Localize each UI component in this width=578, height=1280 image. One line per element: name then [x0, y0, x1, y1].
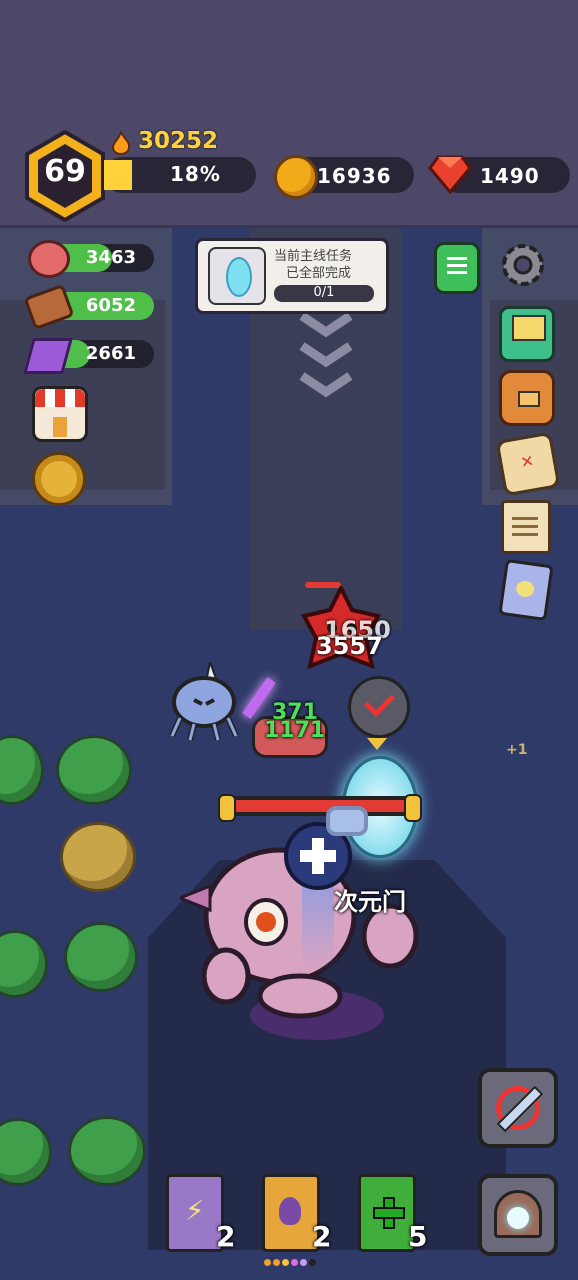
- meat-icon: [28, 240, 70, 278]
- quest-title-line2: 已全部完成: [286, 266, 352, 281]
- bush: [0, 1118, 52, 1186]
- fire-book-icon: [279, 1197, 301, 1225]
- backpack-button[interactable]: [499, 370, 555, 426]
- page-dot: [309, 1259, 316, 1266]
- map-button[interactable]: ✕: [495, 431, 561, 497]
- blue-spider-enemy: [169, 662, 239, 741]
- scroll-icon: [512, 517, 538, 537]
- heal-book-icon: [373, 1197, 405, 1229]
- page-indicator[interactable]: [264, 1259, 318, 1267]
- page-dot: [282, 1259, 289, 1266]
- wood-value: 6052: [85, 295, 136, 316]
- page-dot: [291, 1259, 298, 1266]
- exp-percent: 18%: [170, 162, 221, 186]
- skull-potion-icon: [515, 579, 536, 599]
- boss-bar-cap-right: [404, 794, 422, 822]
- damage-number-crit: 3557: [316, 632, 383, 660]
- lightning-book-icon: ⚡: [185, 1194, 205, 1227]
- page-dot: [264, 1259, 271, 1266]
- heal-book-count: 5: [408, 1220, 428, 1253]
- bush: [56, 735, 132, 805]
- shop-door: [53, 417, 67, 437]
- hero-sword: [242, 677, 276, 719]
- bush: [64, 922, 138, 992]
- quest-progress: 0/1: [313, 285, 335, 300]
- power-value: 30252: [138, 128, 219, 154]
- portal-quest-icon: [208, 247, 266, 305]
- target-arrow-icon: [367, 738, 387, 750]
- page-dot: [300, 1259, 307, 1266]
- gold-coin-icon: [274, 155, 318, 199]
- flame-icon: [110, 129, 132, 156]
- quest-log-button[interactable]: [434, 242, 480, 294]
- auto-battle-button[interactable]: [478, 1068, 558, 1148]
- hay-bush: [60, 822, 136, 892]
- mail-icon: [512, 315, 546, 341]
- direction-chevrons: [299, 312, 353, 398]
- shop-button[interactable]: [32, 386, 88, 442]
- book-lines-icon: [447, 257, 467, 277]
- shop-icon: [35, 389, 85, 407]
- bush: [0, 930, 48, 998]
- portal-gate-icon: [494, 1190, 542, 1238]
- meat-value: 3463: [85, 247, 136, 268]
- chain-link-icon: [326, 806, 368, 836]
- gem-value: 1490: [480, 164, 540, 188]
- achievement-medal-icon[interactable]: [32, 452, 86, 506]
- boss-name-label: 次元门: [334, 888, 406, 916]
- gold-value: 16936: [317, 164, 392, 188]
- map-icon: ✕: [519, 451, 536, 473]
- bush: [68, 1116, 146, 1186]
- potion-button[interactable]: [498, 558, 554, 622]
- target-lock-icon: [348, 676, 410, 738]
- pickup-indicator: +1: [506, 742, 528, 758]
- portal-gate-button[interactable]: [478, 1174, 558, 1256]
- fire-book-count: 2: [312, 1220, 332, 1253]
- gem-icon: [428, 155, 472, 194]
- main-quest-panel[interactable]: 当前主线任务 已全部完成 0/1: [195, 238, 389, 314]
- player-level: 69: [44, 154, 86, 189]
- lightning-book-count: 2: [216, 1220, 236, 1253]
- ore-value: 2661: [85, 343, 136, 364]
- settings-gear-icon[interactable]: [498, 240, 548, 290]
- bush: [0, 735, 44, 805]
- page-dot: [273, 1259, 280, 1266]
- heal-number: 1171: [264, 718, 326, 743]
- exp-fill: [104, 160, 132, 190]
- backpack-icon: [518, 391, 540, 407]
- scroll-button[interactable]: [501, 500, 551, 554]
- boss-health-fill: [232, 800, 408, 812]
- boss-bar-cap-left: [218, 794, 236, 822]
- mail-button[interactable]: [499, 306, 555, 362]
